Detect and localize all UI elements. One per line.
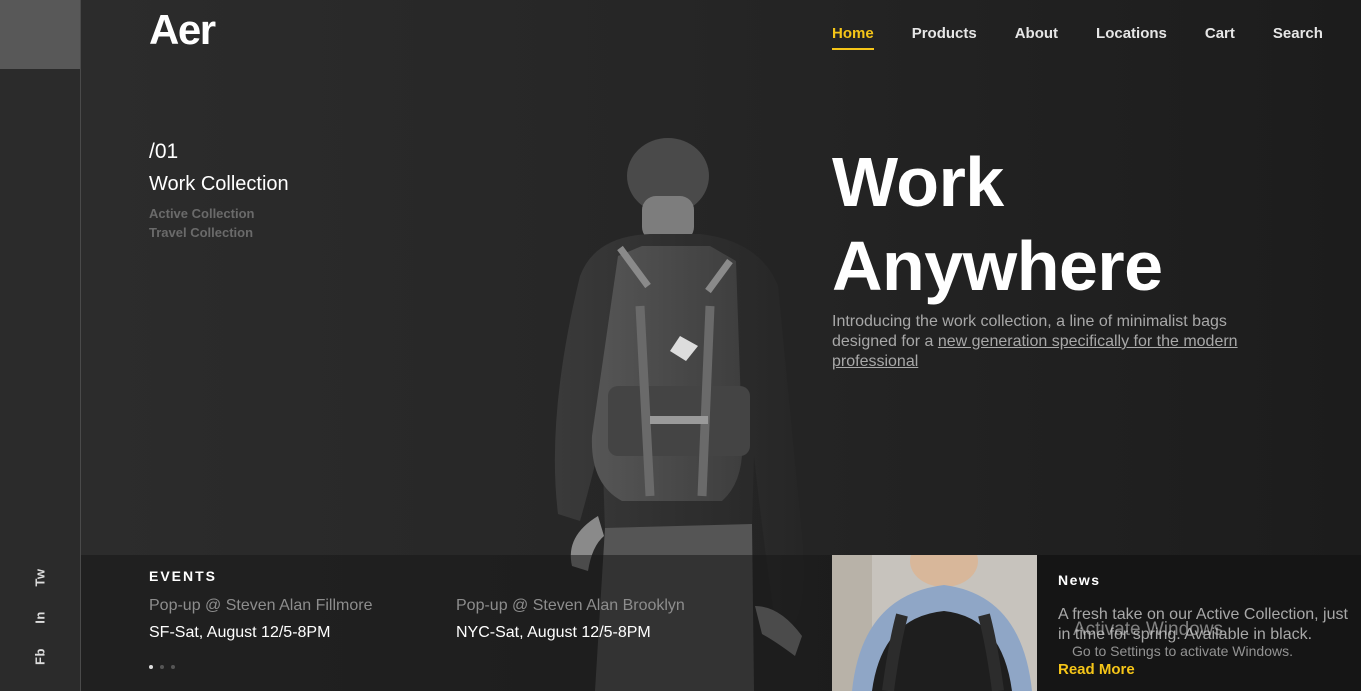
headline-line-2: Anywhere: [832, 227, 1163, 305]
events-heading: EVENTS: [149, 568, 218, 584]
event-when: NYC-Sat, August 12/5-8PM: [456, 624, 651, 641]
news-heading: News: [1058, 572, 1101, 588]
nav-locations[interactable]: Locations: [1096, 25, 1167, 50]
nav-home[interactable]: Home: [832, 25, 874, 50]
main-nav: Home Products About Locations Cart Searc…: [832, 25, 1323, 50]
nav-about[interactable]: About: [1015, 25, 1058, 50]
nav-search[interactable]: Search: [1273, 25, 1323, 50]
event-when: SF-Sat, August 12/5-8PM: [149, 624, 331, 641]
social-twitter-link[interactable]: Tw: [33, 568, 48, 586]
social-linkedin-link[interactable]: In: [33, 611, 48, 624]
event-item[interactable]: Pop-up @ Steven Alan Brooklyn NYC-Sat, A…: [456, 597, 685, 642]
nav-cart[interactable]: Cart: [1205, 25, 1235, 50]
event-item[interactable]: Pop-up @ Steven Alan Fillmore SF-Sat, Au…: [149, 597, 372, 642]
pager-dot[interactable]: [149, 665, 153, 669]
headline-line-1: Work: [832, 143, 1004, 221]
activate-windows-title: Activate Windows: [1073, 619, 1223, 640]
rail-top-block: [0, 0, 80, 69]
nav-products[interactable]: Products: [912, 25, 977, 50]
active-collection-link[interactable]: Active Collection: [149, 204, 254, 223]
pager-dot[interactable]: [160, 665, 164, 669]
hero-headline: Work Anywhere: [832, 140, 1163, 308]
left-rail: Tw In Fb: [0, 0, 81, 691]
event-name: Pop-up @ Steven Alan Fillmore: [149, 597, 373, 614]
collection-links: Active Collection Travel Collection: [149, 204, 254, 242]
travel-collection-link[interactable]: Travel Collection: [149, 223, 254, 242]
hero-intro: Introducing the work collection, a line …: [832, 312, 1272, 372]
event-name: Pop-up @ Steven Alan Brooklyn: [456, 597, 685, 614]
social-facebook-link[interactable]: Fb: [33, 648, 48, 665]
collection-number: /01: [149, 140, 179, 163]
pager-dot[interactable]: [171, 665, 175, 669]
brand-logo[interactable]: Aer: [149, 6, 216, 54]
read-more-link[interactable]: Read More: [1058, 661, 1135, 678]
events-pager: [149, 665, 175, 669]
news-image: [832, 555, 1037, 691]
collection-title: Work Collection: [149, 173, 289, 195]
activate-windows-subtitle: Go to Settings to activate Windows.: [1072, 643, 1293, 659]
